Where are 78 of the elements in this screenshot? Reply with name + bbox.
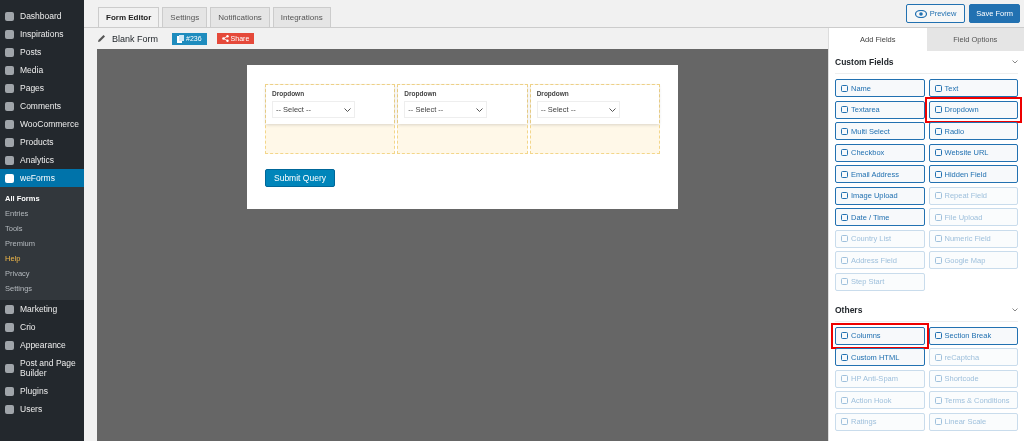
square-icon (934, 418, 942, 425)
tab[interactable]: Settings (162, 7, 208, 27)
menu-item[interactable]: Appearance (0, 336, 84, 354)
square-icon (5, 386, 14, 396)
square-icon (841, 84, 848, 92)
menu-item[interactable]: Analytics (0, 151, 84, 169)
square-icon (934, 332, 942, 339)
menu-item[interactable]: Users (0, 400, 84, 418)
copy-icon (177, 34, 184, 43)
square-icon (934, 235, 942, 242)
square-icon (5, 363, 14, 373)
square-icon (5, 155, 14, 165)
pencil-icon (97, 34, 106, 43)
square-icon (841, 106, 848, 113)
square-icon (934, 149, 942, 156)
chevron-down-icon (344, 107, 351, 112)
square-icon (841, 256, 848, 264)
menu-item[interactable]: Marketing (0, 300, 84, 318)
square-icon (841, 418, 848, 425)
square-icon (5, 101, 14, 111)
menu-item[interactable]: Comments (0, 97, 84, 115)
square-icon (841, 353, 848, 361)
form-title: Blank Form (112, 33, 158, 44)
square-icon (934, 127, 942, 135)
menu-item[interactable]: WooCommerce (0, 115, 84, 133)
menu-item[interactable]: Inspirations (0, 25, 84, 43)
square-icon (934, 106, 942, 113)
chevron-down-icon (476, 107, 484, 112)
eye-icon (914, 9, 927, 18)
square-icon (5, 173, 14, 183)
menu-item[interactable]: Media (0, 61, 84, 79)
square-icon (841, 278, 848, 285)
square-icon (5, 340, 14, 350)
square-icon (5, 119, 14, 129)
square-icon (841, 332, 848, 339)
square-icon (5, 404, 14, 414)
menu-item[interactable]: Pages (0, 79, 84, 97)
square-icon (841, 149, 848, 156)
square-icon (841, 396, 848, 404)
square-icon (5, 83, 14, 93)
tab[interactable]: Notifications (210, 7, 270, 27)
menu-item[interactable]: Dashboard (0, 7, 84, 25)
square-icon (5, 47, 14, 57)
menu-item[interactable]: weForms (0, 169, 84, 187)
menu-item[interactable]: Plugins (0, 382, 84, 400)
square-icon (934, 396, 942, 404)
square-icon (841, 375, 848, 382)
tab[interactable]: Integrations (272, 7, 331, 27)
square-icon (934, 353, 942, 361)
square-icon (841, 170, 848, 178)
tab[interactable]: Form Editor (98, 7, 160, 27)
square-icon (5, 322, 14, 332)
share-icon (221, 35, 229, 42)
submit-button[interactable]: Submit Query (265, 169, 335, 187)
square-icon (934, 84, 942, 92)
square-icon (5, 304, 14, 314)
chevron-down-icon (608, 107, 616, 112)
square-icon (5, 137, 14, 147)
square-icon (934, 192, 942, 199)
square-icon (5, 65, 14, 75)
square-icon (841, 213, 848, 221)
section-title: Custom Fields (835, 57, 894, 67)
square-icon (841, 235, 848, 242)
menu-item[interactable]: Posts (0, 43, 84, 61)
chevron-down-icon[interactable] (1012, 60, 1018, 64)
square-icon (5, 29, 14, 39)
square-icon (934, 256, 942, 264)
square-icon (841, 192, 848, 199)
square-icon (934, 170, 942, 178)
square-icon (934, 375, 942, 382)
chevron-down-icon[interactable] (1012, 307, 1018, 312)
section-title: Others (835, 304, 863, 315)
menu-item[interactable]: Crio (0, 318, 84, 336)
square-icon (934, 213, 942, 221)
square-icon (841, 127, 848, 135)
menu-item[interactable]: Post and Page Builder (0, 354, 84, 382)
menu-item[interactable]: Products (0, 133, 84, 151)
square-icon (5, 11, 14, 21)
